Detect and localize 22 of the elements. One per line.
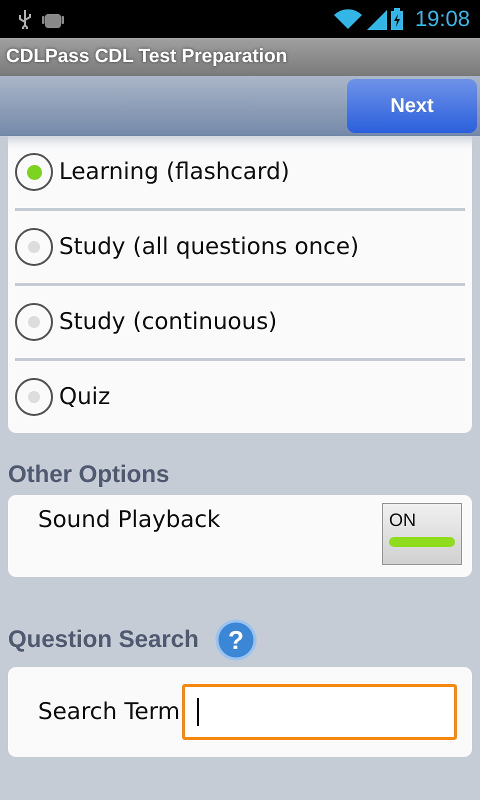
radio-button[interactable] <box>15 228 53 266</box>
radio-button[interactable] <box>15 153 53 191</box>
next-button[interactable]: Next <box>347 79 477 133</box>
radio-button[interactable] <box>15 303 53 341</box>
radio-button[interactable] <box>15 378 53 416</box>
mode-label: Study (all questions once) <box>59 234 359 260</box>
window-title: CDLPass CDL Test Preparation <box>6 46 288 68</box>
mode-label: Study (continuous) <box>59 309 278 335</box>
signal-icon <box>366 8 387 30</box>
help-icon[interactable]: ? <box>214 619 257 661</box>
search-field[interactable] <box>182 684 457 740</box>
toggle-button[interactable]: ON <box>382 503 462 565</box>
battery-icon <box>390 8 403 30</box>
option-label: Sound Playback <box>38 507 220 533</box>
mode-label: Quiz <box>59 384 110 410</box>
usb-icon <box>18 9 32 29</box>
section-heading: Other Options <box>7 460 170 490</box>
section-heading: Question Search <box>8 626 199 654</box>
mode-label: Learning (flashcard) <box>59 159 290 185</box>
clock: 19:08 <box>414 6 470 32</box>
field-label: Search Term <box>38 699 180 725</box>
wifi-icon <box>332 8 363 30</box>
